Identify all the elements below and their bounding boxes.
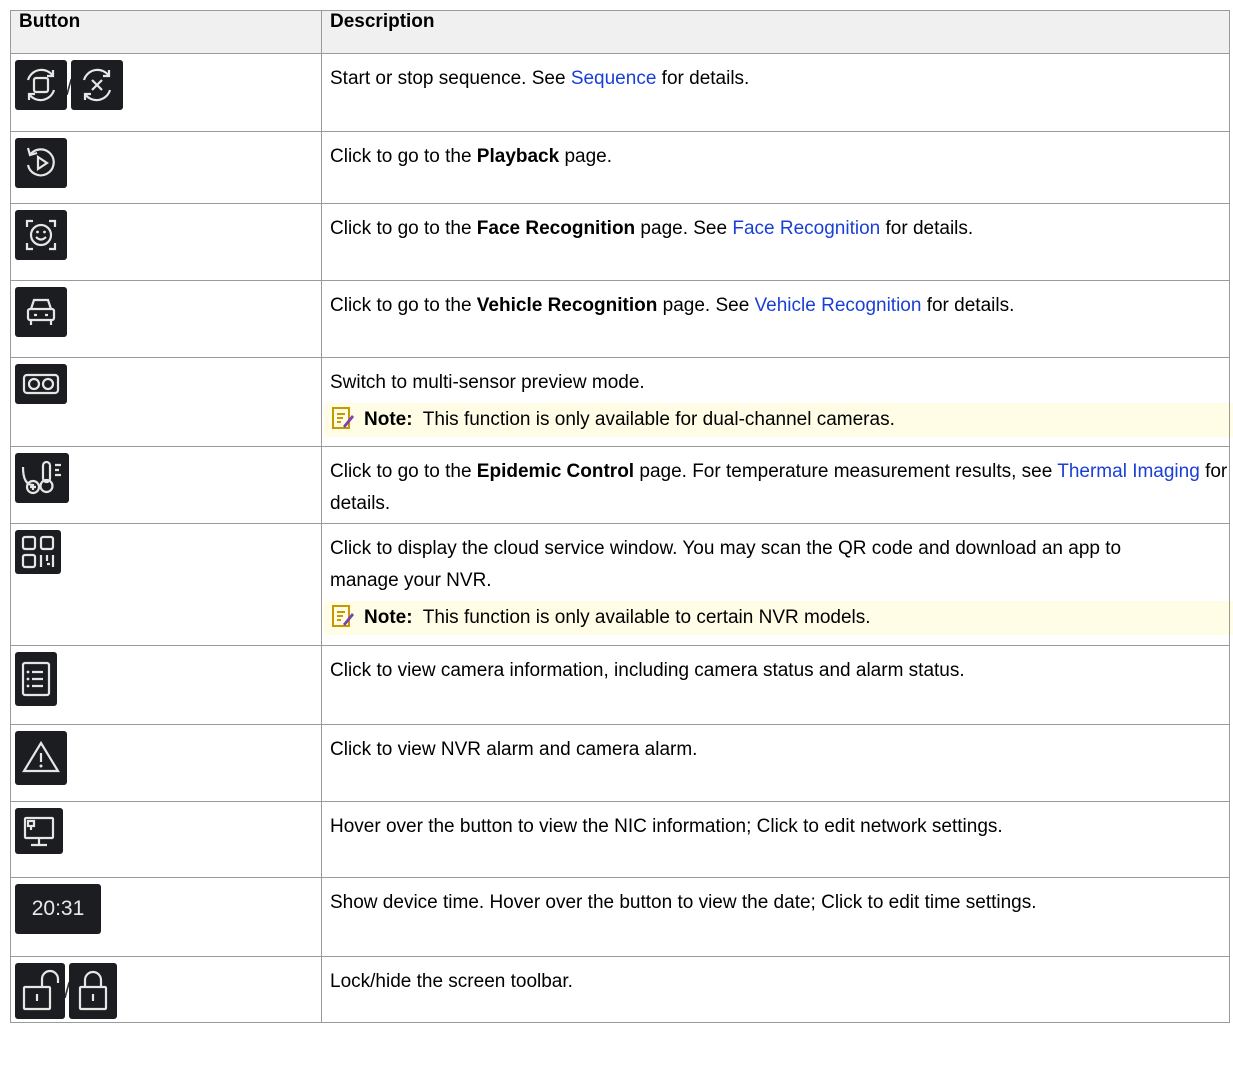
description-cell: Click to go to the Epidemic Control page… xyxy=(321,446,1230,524)
description-cell: Click to view camera information, includ… xyxy=(321,645,1230,725)
table-row: Click to go to the Face Recognition page… xyxy=(10,203,1230,281)
note-box: Note: This function is only available to… xyxy=(324,601,1233,635)
description-cell: Click to view NVR alarm and camera alarm… xyxy=(321,724,1230,802)
start-sequence-icon[interactable] xyxy=(15,60,67,110)
table-row: Click to go to the Vehicle Recognition p… xyxy=(10,280,1230,358)
device-time-button[interactable]: 20:31 xyxy=(15,884,101,934)
table-row: / Start or stop sequence. See Sequence f… xyxy=(10,53,1230,132)
note-pencil-icon xyxy=(332,406,354,429)
description-cell: Start or stop sequence. See Sequence for… xyxy=(321,53,1230,132)
vehicle-recognition-icon[interactable] xyxy=(15,287,67,337)
description-cell: Show device time. Hover over the button … xyxy=(321,877,1230,957)
description-cell: Switch to multi-sensor preview mode. Not… xyxy=(321,357,1233,447)
lock-icon[interactable] xyxy=(69,963,118,1019)
table-row: Switch to multi-sensor preview mode. Not… xyxy=(10,357,1233,447)
table-row: Click to go to the Epidemic Control page… xyxy=(10,446,1230,524)
note-box: Note: This function is only available fo… xyxy=(324,403,1233,437)
epidemic-control-icon[interactable] xyxy=(15,453,69,503)
table-row: Click to view NVR alarm and camera alarm… xyxy=(10,724,1230,802)
table-row: Hover over the button to view the NIC in… xyxy=(10,801,1230,878)
description-cell: Lock/hide the screen toolbar. xyxy=(321,956,1230,1023)
description-cell: Click to go to the Vehicle Recognition p… xyxy=(321,280,1230,358)
header-description: Description xyxy=(321,10,1230,54)
description-cell: Click to go to the Face Recognition page… xyxy=(321,203,1230,281)
camera-info-list-icon[interactable] xyxy=(15,652,57,706)
face-recognition-link[interactable]: Face Recognition xyxy=(732,218,880,239)
description-cell: Hover over the button to view the NIC in… xyxy=(321,801,1230,878)
note-pencil-icon xyxy=(332,604,354,627)
multi-sensor-icon[interactable] xyxy=(15,364,67,404)
network-icon[interactable] xyxy=(15,808,63,854)
table-row: Click to go to the Playback page. xyxy=(10,131,1230,204)
sequence-link[interactable]: Sequence xyxy=(571,68,657,89)
alarm-warning-icon[interactable] xyxy=(15,731,67,785)
table-header-row: Button Description xyxy=(10,10,1230,54)
table-row: Click to display the cloud service windo… xyxy=(10,523,1233,646)
stop-sequence-icon[interactable] xyxy=(71,60,124,110)
header-button: Button xyxy=(10,10,322,54)
qr-code-icon[interactable] xyxy=(15,530,61,574)
face-recognition-icon[interactable] xyxy=(15,210,67,260)
button-description-table: Button Description / Start or stop seque… xyxy=(10,10,1233,1023)
thermal-imaging-link[interactable]: Thermal Imaging xyxy=(1057,461,1200,482)
table-row: / Lock/hide the screen toolbar. xyxy=(10,956,1230,1023)
vehicle-recognition-link[interactable]: Vehicle Recognition xyxy=(755,295,922,316)
table-row: Click to view camera information, includ… xyxy=(10,645,1230,725)
description-cell: Click to display the cloud service windo… xyxy=(321,523,1233,646)
unlock-icon[interactable] xyxy=(15,963,65,1019)
table-row: 20:31 Show device time. Hover over the b… xyxy=(10,877,1230,957)
playback-icon[interactable] xyxy=(15,138,67,188)
description-cell: Click to go to the Playback page. xyxy=(321,131,1230,204)
